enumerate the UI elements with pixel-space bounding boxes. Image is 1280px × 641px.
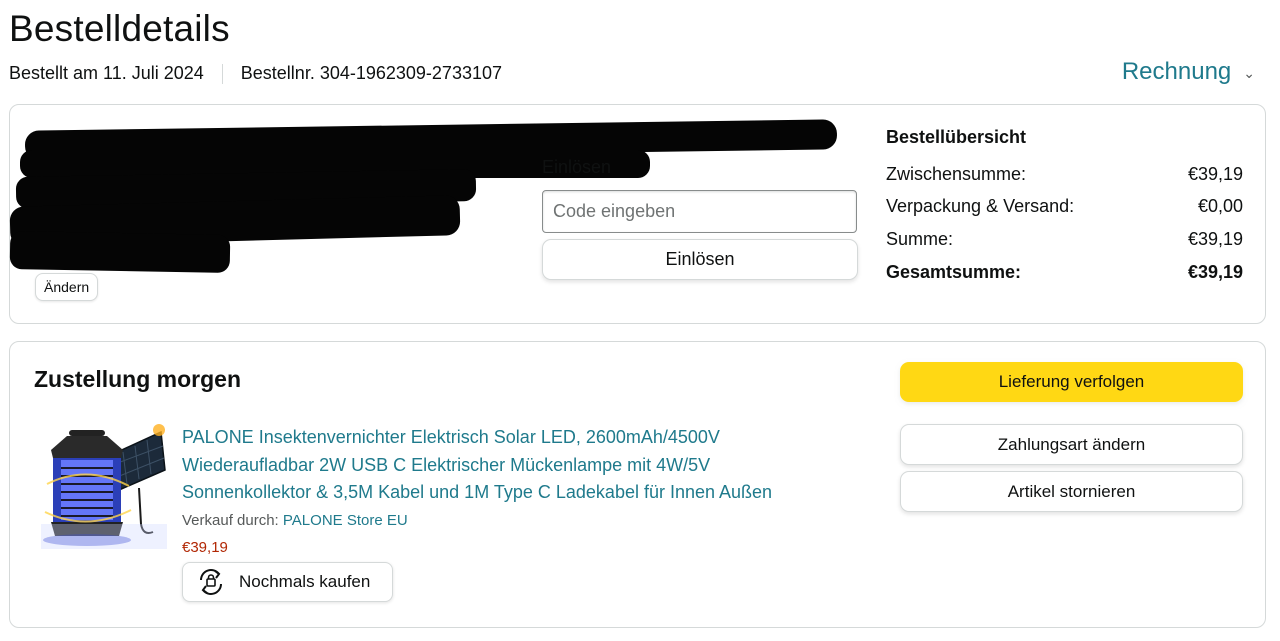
summary-label: Gesamtsumme: [886,262,1022,282]
summary-row-subtotal: Zwischensumme: €39,19 [886,158,1243,191]
redeem-button[interactable]: Einlösen [542,239,858,280]
product-title-link[interactable]: PALONE Insektenvernichter Elektrisch Sol… [182,424,842,507]
summary-value: €39,19 [1187,164,1243,184]
buy-again-button[interactable]: Nochmals kaufen [182,562,393,602]
order-info-card: Ändern Einlösen Einlösen Bestellübersich… [9,104,1266,324]
page-title: Bestelldetails [9,8,230,49]
buy-again-label: Nochmals kaufen [239,572,371,591]
shipment-card: Zustellung morgen PALONE Insektenvernich… [9,341,1266,628]
summary-row-sum: Summe: €39,19 [886,223,1243,256]
summary-title: Bestellübersicht [886,127,1027,147]
product-price: €39,19 [182,539,228,556]
product-image[interactable] [41,424,167,549]
redaction [9,231,231,273]
delivery-status-title: Zustellung morgen [34,366,241,392]
order-date: Bestellt am 11. Juli 2024 [9,63,204,83]
coupon-label: Einlösen [542,157,612,177]
buy-again-icon [195,566,227,598]
meta-divider [221,63,223,84]
summary-value: €0,00 [1197,196,1243,216]
summary-row-shipping: Verpackung & Versand: €0,00 [886,190,1243,223]
order-number: Bestellnr. 304-1962309-2733107 [240,63,502,83]
summary-label: Zwischensumme: [886,164,1027,184]
order-meta: Bestellt am 11. Juli 2024 Bestellnr. 304… [9,63,502,84]
cancel-item-button[interactable]: Artikel stornieren [900,471,1243,512]
summary-label: Summe: [886,229,954,249]
seller-link[interactable]: PALONE Store EU [283,512,408,529]
seller-prefix: Verkauf durch: [182,512,283,529]
summary-label: Verpackung & Versand: [886,196,1075,216]
track-package-button[interactable]: Lieferung verfolgen [900,362,1243,402]
invoice-dropdown[interactable]: Rechnung ⌄ [1122,58,1255,86]
summary-value: €39,19 [1187,262,1243,282]
chevron-down-icon: ⌄ [1243,64,1255,81]
order-summary: Bestellübersicht Zwischensumme: €39,19 V… [886,127,1243,289]
invoice-label: Rechnung [1121,58,1232,85]
summary-value: €39,19 [1187,229,1243,249]
seller-info: Verkauf durch: PALONE Store EU [182,512,408,529]
change-address-button[interactable]: Ändern [35,273,99,301]
summary-row-total: Gesamtsumme: €39,19 [886,256,1243,289]
coupon-code-input[interactable] [542,190,857,233]
change-payment-button[interactable]: Zahlungsart ändern [900,424,1243,465]
